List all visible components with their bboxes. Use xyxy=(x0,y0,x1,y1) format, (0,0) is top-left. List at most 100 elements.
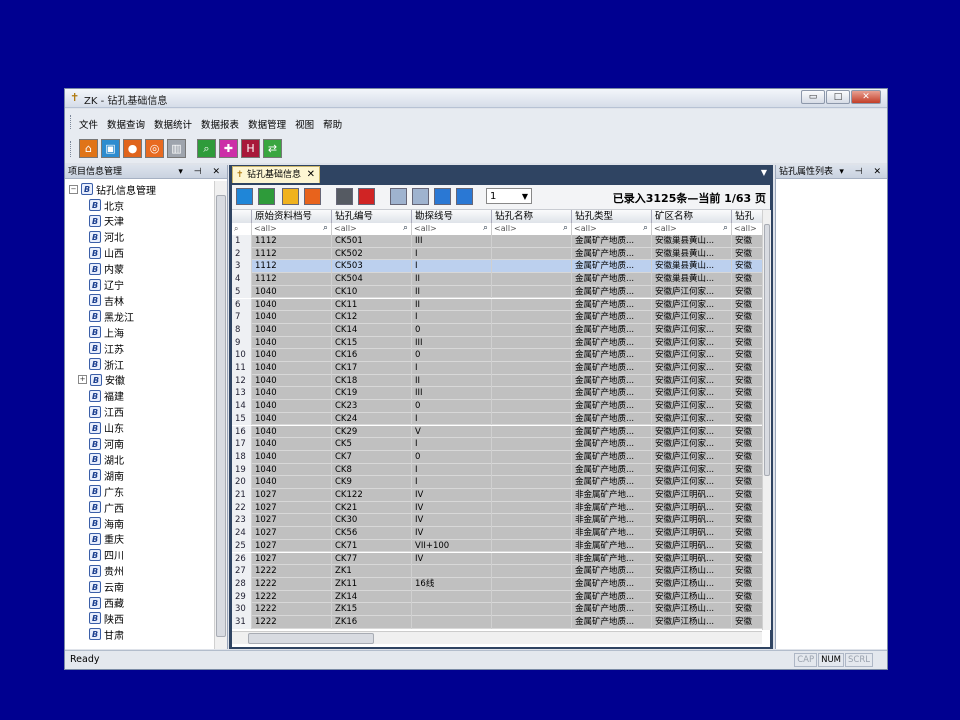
tree-item[interactable]: B 黑龙江 xyxy=(89,308,134,324)
filter-search-icon[interactable]: ⌕ xyxy=(232,223,252,235)
tree-item[interactable]: B 上海 xyxy=(89,324,124,340)
tree-item[interactable]: B 贵州 xyxy=(89,563,124,579)
menu-item-1[interactable]: 数据查询 xyxy=(107,117,145,131)
grid-hscrollbar[interactable] xyxy=(232,631,762,644)
menu-grip[interactable] xyxy=(70,115,73,129)
menu-item-2[interactable]: 数据统计 xyxy=(154,117,192,131)
exchange-icon[interactable]: ⇄ xyxy=(263,139,282,158)
table-row[interactable]: 28 1222 ZK11 16线 金属矿产地质... 安徽庐江杨山... 安徽 xyxy=(232,577,762,591)
tree-item[interactable]: B 福建 xyxy=(89,388,124,404)
table-row[interactable]: 6 1040 CK11 II 金属矿产地质... 安徽庐江何家... 安徽 xyxy=(232,298,762,312)
tree-item[interactable]: B 四川 xyxy=(89,547,124,563)
tree-item[interactable]: B 浙江 xyxy=(89,356,124,372)
column-filter[interactable]: <all>⌕ xyxy=(492,223,572,235)
table-row[interactable]: 30 1222 ZK15 金属矿产地质... 安徽庐江杨山... 安徽 xyxy=(232,603,762,616)
column-header[interactable]: 矿区名称 xyxy=(652,210,732,223)
table-row[interactable]: 9 1040 CK15 III 金属矿产地质... 安徽庐江何家... 安徽 xyxy=(232,336,762,350)
next-page-icon[interactable] xyxy=(434,188,451,205)
table-row[interactable]: 26 1027 CK77 IV 非金属矿产地... 安徽庐江明矾... 安徽 xyxy=(232,552,762,566)
column-header[interactable]: 钻孔类型 xyxy=(572,210,652,223)
location-pin-icon[interactable]: ● xyxy=(123,139,142,158)
home-icon[interactable]: ⌂ xyxy=(79,139,98,158)
prev-page-icon[interactable] xyxy=(412,188,429,205)
table-row[interactable]: 2 1112 CK502 I 金属矿产地质... 安徽巢县黄山... 安徽 xyxy=(232,247,762,261)
menu-item-4[interactable]: 数据管理 xyxy=(248,117,286,131)
table-row[interactable]: 13 1040 CK19 III 金属矿产地质... 安徽庐江何家... 安徽 xyxy=(232,387,762,401)
lifebuoy-icon[interactable]: ◎ xyxy=(145,139,164,158)
tree-item[interactable]: + B 安徽 xyxy=(78,372,125,388)
first-page-icon[interactable] xyxy=(390,188,407,205)
table-row[interactable]: 29 1222 ZK14 金属矿产地质... 安徽庐江杨山... 安徽 xyxy=(232,590,762,604)
collapse-icon[interactable]: − xyxy=(69,184,78,194)
tree-item[interactable]: B 湖南 xyxy=(89,467,124,483)
search-icon[interactable]: ⌕ xyxy=(643,222,648,234)
column-filter[interactable]: <all>⌕ xyxy=(412,223,492,235)
tree-item[interactable]: B 北京 xyxy=(89,197,124,213)
menu-item-6[interactable]: 帮助 xyxy=(323,117,342,131)
table-row[interactable]: 22 1027 CK21 IV 非金属矿产地... 安徽庐江明矾... 安徽 xyxy=(232,501,762,515)
tree-scrollbar[interactable] xyxy=(214,181,227,649)
table-row[interactable]: 1 1112 CK501 III 金属矿产地质... 安徽巢县黄山... 安徽 xyxy=(232,235,762,248)
search-icon[interactable]: ⌕ xyxy=(723,222,728,234)
delete-icon[interactable] xyxy=(282,188,299,205)
close-button[interactable]: ✕ xyxy=(851,90,881,104)
page-select[interactable]: 1 ▼ xyxy=(486,188,532,204)
tab-close-icon[interactable]: ✕ xyxy=(307,167,315,183)
briefcase-icon[interactable]: ▣ xyxy=(101,139,120,158)
search-icon[interactable]: ⌕ xyxy=(483,222,488,234)
table-row[interactable]: 19 1040 CK8 I 金属矿产地质... 安徽庐江何家... 安徽 xyxy=(232,463,762,477)
tab-drill-info[interactable]: ✝ 钻孔基础信息 ✕ xyxy=(232,166,320,183)
panel-controls[interactable]: ▾ ⊣ ✕ xyxy=(178,165,224,179)
tree-item[interactable]: B 西藏 xyxy=(89,595,124,611)
column-filter[interactable]: <all>⌕ xyxy=(332,223,412,235)
tree-item[interactable]: B 重庆 xyxy=(89,531,124,547)
table-row[interactable]: 23 1027 CK30 IV 非金属矿产地... 安徽庐江明矾... 安徽 xyxy=(232,514,762,528)
tree-item[interactable]: B 湖北 xyxy=(89,451,124,467)
tree-item[interactable]: B 吉林 xyxy=(89,292,124,308)
tree-item[interactable]: B 天津 xyxy=(89,213,124,229)
tree-item[interactable]: B 陕西 xyxy=(89,610,124,626)
refresh-icon[interactable] xyxy=(304,188,321,205)
table-row[interactable]: 8 1040 CK14 0 金属矿产地质... 安徽庐江何家... 安徽 xyxy=(232,323,762,337)
table-row[interactable]: 12 1040 CK18 II 金属矿产地质... 安徽庐江何家... 安徽 xyxy=(232,374,762,388)
toolbar-grip[interactable] xyxy=(70,141,73,157)
header-corner[interactable] xyxy=(232,210,252,223)
table-row[interactable]: 27 1222 ZK1 金属矿产地质... 安徽庐江杨山... 安徽 xyxy=(232,565,762,578)
maximize-button[interactable]: □ xyxy=(826,90,850,104)
save-icon[interactable]: H xyxy=(241,139,260,158)
table-row[interactable]: 3 1112 CK503 I 金属矿产地质... 安徽巢县黄山... 安徽 xyxy=(232,260,762,274)
tree-item[interactable]: B 河北 xyxy=(89,229,124,245)
menu-item-0[interactable]: 文件 xyxy=(79,117,98,131)
tab-dropdown-icon[interactable]: ▼ xyxy=(761,168,767,177)
table-row[interactable]: 15 1040 CK24 I 金属矿产地质... 安徽庐江何家... 安徽 xyxy=(232,412,762,426)
document-icon[interactable] xyxy=(236,188,253,205)
column-header[interactable]: 钻孔名称 xyxy=(492,210,572,223)
grid-hscroll-thumb[interactable] xyxy=(248,633,374,644)
settings-icon[interactable] xyxy=(336,188,353,205)
title-bar[interactable]: ✝ ZK - 钻孔基础信息 ▭ □ ✕ xyxy=(65,89,887,108)
tree-item[interactable]: B 海南 xyxy=(89,515,124,531)
tree-item[interactable]: B 辽宁 xyxy=(89,277,124,293)
table-row[interactable]: 25 1027 CK71 VII+100 非金属矿产地... 安徽庐江明矾... 安徽 xyxy=(232,539,762,553)
table-row[interactable]: 20 1040 CK9 I 金属矿产地质... 安徽庐江何家... 安徽 xyxy=(232,476,762,489)
database-icon[interactable] xyxy=(258,188,275,205)
search-icon[interactable]: ⌕ xyxy=(403,222,408,234)
column-filter[interactable]: <all>⌕ xyxy=(732,223,762,235)
column-header[interactable]: 勘探线号 xyxy=(412,210,492,223)
tree-item[interactable]: B 河南 xyxy=(89,436,124,452)
table-row[interactable]: 4 1112 CK504 II 金属矿产地质... 安徽巢县黄山... 安徽 xyxy=(232,273,762,286)
column-header[interactable]: 钻孔 xyxy=(732,210,762,223)
column-header[interactable]: 原始资料档号 xyxy=(252,210,332,223)
table-row[interactable]: 17 1040 CK5 I 金属矿产地质... 安徽庐江何家... 安徽 xyxy=(232,438,762,451)
attribute-panel-controls[interactable]: ▾ ⊣ ✕ xyxy=(839,165,885,179)
last-page-icon[interactable] xyxy=(456,188,473,205)
search-icon[interactable]: ⌕ xyxy=(563,222,568,234)
tree-item[interactable]: B 云南 xyxy=(89,579,124,595)
menu-item-3[interactable]: 数据报表 xyxy=(201,117,239,131)
column-header[interactable]: 钻孔编号 xyxy=(332,210,412,223)
table-row[interactable]: 31 1222 ZK16 金属矿产地质... 安徽庐江杨山... 安徽 xyxy=(232,616,762,629)
table-row[interactable]: 18 1040 CK7 0 金属矿产地质... 安徽庐江何家... 安徽 xyxy=(232,450,762,464)
grid-vscroll-thumb[interactable] xyxy=(764,224,770,476)
search-icon[interactable]: ⌕ xyxy=(197,139,216,158)
tree-item[interactable]: B 甘肃 xyxy=(89,626,124,642)
